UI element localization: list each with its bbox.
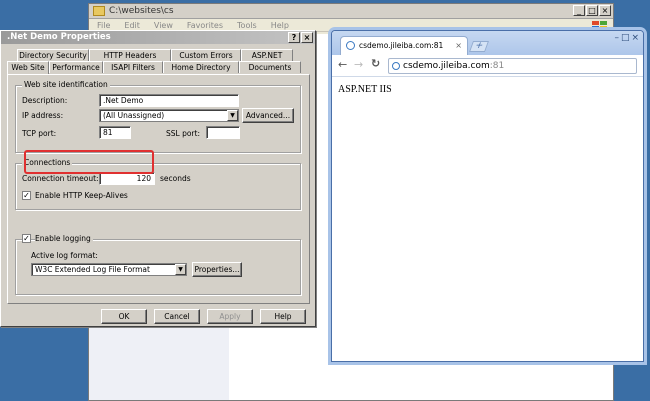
tab-documents[interactable]: Documents: [239, 61, 301, 73]
browser-window: csdemo.jileiba.com:81 × + – □ × ← → ↻ cs…: [331, 30, 644, 362]
log-format-select[interactable]: W3C Extended Log File Format ▼: [31, 263, 187, 276]
tcp-port-field[interactable]: 81: [99, 126, 131, 139]
ssl-port-field[interactable]: [206, 126, 240, 139]
browser-tab[interactable]: csdemo.jileiba.com:81 ×: [340, 36, 468, 55]
tab-custom-errors[interactable]: Custom Errors: [171, 49, 241, 61]
ip-address-label: IP address:: [22, 111, 64, 120]
apply-button[interactable]: Apply: [207, 309, 253, 324]
ok-button[interactable]: OK: [101, 309, 147, 324]
log-format-value: W3C Extended Log File Format: [35, 265, 150, 274]
timeout-unit-label: seconds: [160, 174, 191, 183]
keepalive-label: Enable HTTP Keep-Alives: [35, 191, 128, 200]
browser-tab-title: csdemo.jileiba.com:81: [359, 41, 444, 50]
back-icon[interactable]: ←: [338, 58, 347, 71]
browser-tabstrip: csdemo.jileiba.com:81 × + – □ ×: [332, 31, 643, 55]
properties-button[interactable]: Properties...: [192, 262, 242, 277]
dialog-title: .Net Demo Properties: [7, 32, 111, 42]
browser-close-icon[interactable]: ×: [631, 33, 639, 43]
description-label: Description:: [22, 96, 68, 105]
browser-toolbar: ← → ↻ csdemo.jileiba.com:81: [332, 55, 643, 77]
tab-performance[interactable]: Performance: [49, 61, 103, 73]
maximize-icon[interactable]: □: [586, 5, 598, 16]
close-icon[interactable]: ×: [599, 5, 611, 16]
tab-home-directory[interactable]: Home Directory: [163, 61, 239, 73]
browser-minimize-icon[interactable]: –: [614, 33, 619, 43]
help-icon[interactable]: ?: [288, 32, 300, 43]
address-bar[interactable]: csdemo.jileiba.com:81: [388, 58, 637, 74]
enable-logging-label: Enable logging: [35, 234, 93, 243]
tab-web-site[interactable]: Web Site: [7, 61, 49, 74]
description-field[interactable]: .Net Demo: [99, 94, 239, 107]
page-text: ASP.NET IIS: [338, 84, 392, 95]
web-site-panel: Web site identification Description: .Ne…: [7, 74, 310, 304]
connection-timeout-label: Connection timeout:: [22, 174, 99, 183]
forward-icon[interactable]: →: [354, 58, 363, 71]
log-format-label: Active log format:: [31, 251, 98, 260]
help-button[interactable]: Help: [260, 309, 306, 324]
explorer-title: C:\websites\cs: [109, 6, 174, 16]
browser-maximize-icon[interactable]: □: [621, 33, 630, 43]
tcp-port-highlight: [24, 150, 154, 174]
tab-strip: Directory Security HTTP Headers Custom E…: [7, 49, 309, 74]
chevron-down-icon[interactable]: ▼: [175, 264, 186, 275]
url-port: :81: [489, 61, 505, 71]
minimize-icon[interactable]: _: [573, 5, 585, 16]
ssl-port-label: SSL port:: [166, 129, 200, 138]
globe-icon: [346, 41, 355, 50]
tcp-port-label: TCP port:: [22, 129, 57, 138]
reload-icon[interactable]: ↻: [371, 57, 380, 70]
new-tab-button[interactable]: +: [468, 41, 490, 52]
dialog-titlebar: .Net Demo Properties ? ×: [1, 31, 315, 44]
page-globe-icon: [392, 62, 400, 70]
keepalive-checkbox[interactable]: ✓: [22, 191, 31, 200]
identification-legend: Web site identification: [22, 80, 110, 89]
chevron-down-icon[interactable]: ▼: [227, 110, 238, 121]
identification-group: Web site identification Description: .Ne…: [15, 80, 301, 153]
tab-isapi-filters[interactable]: ISAPI Filters: [103, 61, 163, 73]
cancel-button[interactable]: Cancel: [154, 309, 200, 324]
tab-directory-security[interactable]: Directory Security: [17, 49, 89, 61]
dialog-close-icon[interactable]: ×: [301, 32, 313, 43]
logging-group: Active log format: W3C Extended Log File…: [15, 239, 301, 295]
page-content: ASP.NET IIS: [332, 78, 643, 361]
url-host: csdemo.jileiba.com: [403, 61, 490, 71]
tab-http-headers[interactable]: HTTP Headers: [89, 49, 171, 61]
tab-close-icon[interactable]: ×: [455, 37, 462, 54]
properties-dialog: .Net Demo Properties ? × Directory Secur…: [0, 30, 316, 327]
folder-icon: [93, 6, 105, 16]
ip-address-select[interactable]: (All Unassigned) ▼: [99, 109, 239, 122]
explorer-titlebar: C:\websites\cs _ □ ×: [89, 4, 613, 19]
enable-logging-checkbox[interactable]: ✓: [22, 234, 31, 243]
ip-address-value: (All Unassigned): [103, 111, 165, 120]
tab-asp-net[interactable]: ASP.NET: [241, 49, 293, 61]
advanced-button[interactable]: Advanced...: [242, 108, 294, 123]
